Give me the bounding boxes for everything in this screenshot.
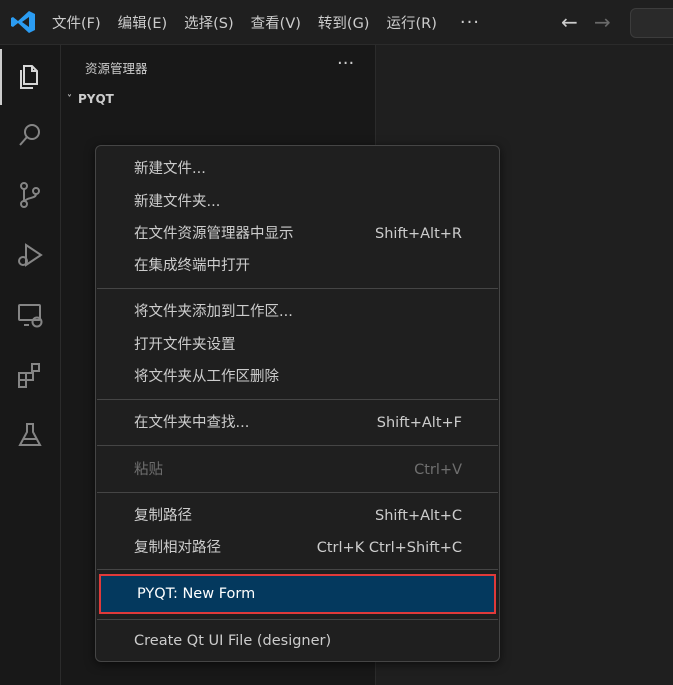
menu-item-open-in-terminal[interactable]: 在集成终端中打开 xyxy=(100,250,496,282)
menu-item-shortcut: Ctrl+K Ctrl+Shift+C xyxy=(316,540,462,556)
menu-item-label: 在文件资源管理器中显示 xyxy=(134,226,294,242)
menu-item-open-folder-settings[interactable]: 打开文件夹设置 xyxy=(100,329,496,361)
sidebar-more-icon[interactable]: ··· xyxy=(337,53,354,74)
menu-edit[interactable]: 编辑(E) xyxy=(118,12,167,33)
menu-separator xyxy=(97,569,498,570)
menu-item-label: 复制路径 xyxy=(134,508,192,524)
sidebar-title: 资源管理器 xyxy=(85,61,148,76)
source-control-icon[interactable] xyxy=(0,171,60,219)
menu-run[interactable]: 运行(R) xyxy=(386,12,436,33)
title-bar: 文件(F) 编辑(E) 选择(S) 查看(V) 转到(G) 运行(R) ··· … xyxy=(0,0,673,45)
workspace-folder[interactable]: ˅ PYQT xyxy=(67,92,114,106)
run-debug-icon[interactable] xyxy=(0,231,60,279)
menu-item-new-folder[interactable]: 新建文件夹... xyxy=(100,186,496,218)
menu-item-label: 复制相对路径 xyxy=(134,540,221,556)
menu-item-new-file[interactable]: 新建文件... xyxy=(100,153,496,185)
menu-separator xyxy=(97,445,498,446)
menu-item-reveal-in-explorer[interactable]: 在文件资源管理器中显示 Shift+Alt+R xyxy=(100,218,496,250)
menu-item-paste: 粘贴 Ctrl+V xyxy=(100,454,496,486)
menu-item-shortcut: Shift+Alt+C xyxy=(374,508,462,524)
menu-item-label: Create Qt UI File (designer) xyxy=(134,633,332,649)
menu-item-label: 在文件夹中查找... xyxy=(134,415,250,431)
command-center-search[interactable] xyxy=(630,8,673,38)
menu-item-copy-relative-path[interactable]: 复制相对路径 Ctrl+K Ctrl+Shift+C xyxy=(100,532,496,564)
menu-separator xyxy=(97,288,498,289)
remote-explorer-icon[interactable] xyxy=(0,291,60,339)
menu-item-shortcut: Shift+Alt+R xyxy=(375,226,462,242)
menu-item-label: 新建文件... xyxy=(134,161,206,177)
menu-separator xyxy=(97,619,498,620)
menu-item-create-qt-ui-file[interactable]: Create Qt UI File (designer) xyxy=(100,625,496,657)
menu-separator xyxy=(97,492,498,493)
back-arrow-icon[interactable]: ← xyxy=(561,10,578,34)
menu-item-shortcut: Shift+Alt+F xyxy=(376,415,462,431)
menu-item-label: 新建文件夹... xyxy=(134,194,221,210)
menu-item-find-in-folder[interactable]: 在文件夹中查找... Shift+Alt+F xyxy=(100,407,496,439)
vscode-logo-icon xyxy=(11,11,35,33)
menu-item-label: 将文件夹从工作区删除 xyxy=(134,369,279,385)
menu-go[interactable]: 转到(G) xyxy=(318,12,370,33)
menu-item-remove-folder[interactable]: 将文件夹从工作区删除 xyxy=(100,361,496,393)
menu-item-label: 在集成终端中打开 xyxy=(134,258,250,274)
activity-bar xyxy=(0,45,61,685)
menu-item-label: 将文件夹添加到工作区... xyxy=(134,304,293,320)
menu-item-label: 打开文件夹设置 xyxy=(134,337,236,353)
menu-item-label: 粘贴 xyxy=(134,462,163,478)
menu-item-label: PYQT: New Form xyxy=(137,586,256,602)
menu-item-shortcut: Ctrl+V xyxy=(414,462,462,478)
menu-more-icon[interactable]: ··· xyxy=(460,12,480,33)
menu-item-add-folder-to-workspace[interactable]: 将文件夹添加到工作区... xyxy=(100,296,496,328)
search-icon[interactable] xyxy=(0,111,60,159)
menu-separator xyxy=(97,399,498,400)
menu-item-copy-path[interactable]: 复制路径 Shift+Alt+C xyxy=(100,500,496,532)
menu-selection[interactable]: 选择(S) xyxy=(184,12,234,33)
menu-item-pyqt-new-form[interactable]: PYQT: New Form xyxy=(99,574,496,614)
extensions-icon[interactable] xyxy=(0,351,60,399)
explorer-icon[interactable] xyxy=(0,53,60,101)
context-menu: 新建文件... 新建文件夹... 在文件资源管理器中显示 Shift+Alt+R… xyxy=(95,145,500,662)
menu-file[interactable]: 文件(F) xyxy=(52,12,101,33)
chevron-down-icon: ˅ xyxy=(67,93,72,105)
menu-view[interactable]: 查看(V) xyxy=(251,12,301,33)
menu-bar: 文件(F) 编辑(E) 选择(S) 查看(V) 转到(G) 运行(R) ··· xyxy=(52,0,497,44)
workspace-folder-label: PYQT xyxy=(78,92,114,106)
testing-icon[interactable] xyxy=(0,411,60,459)
forward-arrow-icon[interactable]: → xyxy=(594,10,611,34)
